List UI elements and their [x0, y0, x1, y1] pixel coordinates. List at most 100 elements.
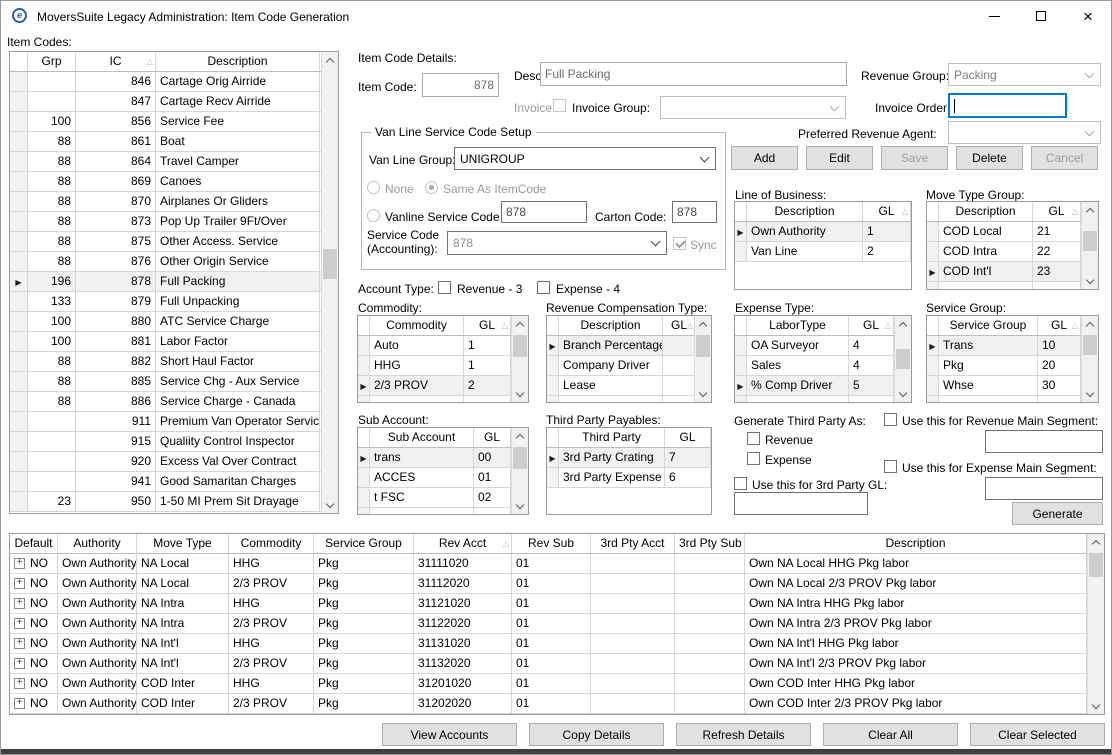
cell[interactable] [591, 694, 675, 713]
table-row[interactable] [358, 396, 511, 403]
cell[interactable]: +NO [10, 614, 58, 633]
cell[interactable]: 886 [76, 392, 156, 411]
use-3rd-party-gl-checkbox[interactable] [734, 477, 747, 490]
table-row[interactable]: +NOOwn AuthorityNA IntraHHGPkg3112102001… [10, 594, 1087, 614]
column-header[interactable] [735, 316, 747, 335]
cell[interactable] [10, 292, 28, 311]
scroll-down-button[interactable] [1082, 272, 1098, 289]
third-party-payables-grid[interactable]: Third PartyGL▶3rd Party Crating73rd Part… [546, 427, 712, 515]
cell[interactable]: 920 [76, 452, 156, 471]
table-row[interactable]: t FSC02 [358, 488, 511, 508]
cell[interactable] [358, 488, 370, 507]
table-row[interactable]: 88885Service Chg - Aux Service [10, 372, 321, 392]
cell[interactable]: 915 [76, 432, 156, 451]
cell[interactable]: 2/3 PROV [229, 614, 314, 633]
scrollbar-thumb[interactable] [513, 335, 527, 357]
table-row[interactable]: ▶Branch Percentage [547, 336, 694, 356]
cell[interactable]: 3rd Party Crating [559, 448, 665, 467]
cell[interactable]: HHG [229, 634, 314, 653]
scroll-down-button[interactable] [1082, 385, 1098, 402]
cell[interactable]: OA Surveyor [747, 336, 849, 355]
maximize-button[interactable] [1026, 4, 1056, 28]
column-header[interactable]: Third Party [559, 428, 665, 447]
cell[interactable]: Other Origin Service [156, 252, 320, 271]
scroll-down-button[interactable] [322, 496, 338, 513]
table-row[interactable]: ▶2/3 PROV2 [358, 376, 511, 396]
column-header[interactable]: Service Group [314, 534, 414, 553]
cell[interactable] [547, 356, 559, 375]
service-group-grid[interactable]: Service GroupGL△▶Trans10Pkg20Whse30 [926, 315, 1099, 403]
cell[interactable]: COD Int'l [939, 262, 1033, 281]
cell[interactable] [10, 312, 28, 331]
cell[interactable]: Own NA Intra HHG Pkg labor [745, 594, 1087, 613]
table-row[interactable]: ▶% Comp Driver5 [735, 376, 894, 396]
cell[interactable]: ▶ [358, 376, 370, 395]
scrollbar-thumb[interactable] [1083, 231, 1097, 251]
table-row[interactable] [735, 396, 894, 403]
cell[interactable]: Own Authority [58, 634, 137, 653]
cell[interactable] [675, 614, 745, 633]
cell[interactable] [10, 152, 28, 171]
table-row[interactable]: 915Qualiity Control Inspector [10, 432, 321, 452]
cell[interactable] [927, 396, 939, 403]
cell[interactable] [358, 508, 370, 515]
scrollbar-thumb[interactable] [513, 447, 527, 469]
scroll-up-button[interactable] [895, 316, 911, 333]
table-row[interactable]: ▶trans00 [358, 448, 511, 468]
table-row[interactable]: Whse30 [927, 376, 1081, 396]
column-header[interactable]: Description [939, 202, 1033, 221]
column-header[interactable]: Move Type [137, 534, 229, 553]
cell[interactable] [663, 336, 696, 355]
scrollbar-thumb[interactable] [1083, 335, 1097, 355]
column-header[interactable]: Service Group [939, 316, 1038, 335]
cell[interactable]: Boat [156, 132, 320, 151]
revenue-3-checkbox[interactable] [438, 281, 451, 294]
table-row[interactable]: Company Driver [547, 356, 694, 376]
table-row[interactable]: 88873Pop Up Trailer 9Ft/Over [10, 212, 321, 232]
cell[interactable]: +NO [10, 654, 58, 673]
cell[interactable]: Full Packing [156, 272, 320, 291]
cell[interactable]: 23 [1033, 262, 1081, 281]
scroll-up-button[interactable] [322, 52, 338, 69]
cell[interactable]: 88 [28, 212, 76, 231]
cell[interactable] [10, 352, 28, 371]
description-input[interactable] [540, 62, 847, 86]
cell[interactable]: 01 [512, 674, 591, 693]
cell[interactable] [10, 172, 28, 191]
cell[interactable]: Service Charge - Canada [156, 392, 320, 411]
expense-main-segment-input[interactable] [985, 477, 1103, 500]
cell[interactable] [591, 634, 675, 653]
cell[interactable] [358, 336, 370, 355]
cell[interactable] [28, 92, 76, 111]
cell[interactable] [10, 372, 28, 391]
table-row[interactable]: 88875Other Access. Service [10, 232, 321, 252]
column-header[interactable]: GL△ [863, 202, 911, 221]
cell[interactable]: Cartage Orig Airride [156, 72, 320, 91]
cell[interactable]: 01 [512, 614, 591, 633]
cell[interactable] [10, 452, 28, 471]
cell[interactable]: Other Access. Service [156, 232, 320, 251]
cell[interactable]: Own Authority [58, 574, 137, 593]
table-row[interactable]: HHG1 [358, 356, 511, 376]
column-header[interactable]: Authority [58, 534, 137, 553]
column-header[interactable]: Description [745, 534, 1087, 553]
cell[interactable]: 4 [849, 336, 894, 355]
cell[interactable] [10, 112, 28, 131]
cell[interactable]: Own COD Inter HHG Pkg labor [745, 674, 1087, 693]
table-row[interactable]: +NOOwn AuthorityCOD Inter2/3 PROVPkg3120… [10, 694, 1087, 714]
cell[interactable]: Short Haul Factor [156, 352, 320, 371]
scrollbar-thumb[interactable] [896, 349, 910, 369]
vanline-service-code-input[interactable] [501, 201, 587, 223]
vertical-scrollbar[interactable] [1081, 202, 1098, 289]
cell[interactable] [927, 376, 939, 395]
cell[interactable]: Own NA Local HHG Pkg labor [745, 554, 1087, 573]
cell[interactable]: NA Int'l [137, 654, 229, 673]
cell[interactable]: 30 [1038, 376, 1081, 395]
scroll-down-button[interactable] [512, 385, 528, 402]
cell[interactable]: 133 [28, 292, 76, 311]
table-row[interactable]: 847Cartage Recv Airride [10, 92, 321, 112]
table-row[interactable]: ▶COD Int'l23 [927, 262, 1081, 282]
cell[interactable]: +NO [10, 634, 58, 653]
cell[interactable] [591, 614, 675, 633]
cell[interactable] [663, 376, 696, 395]
